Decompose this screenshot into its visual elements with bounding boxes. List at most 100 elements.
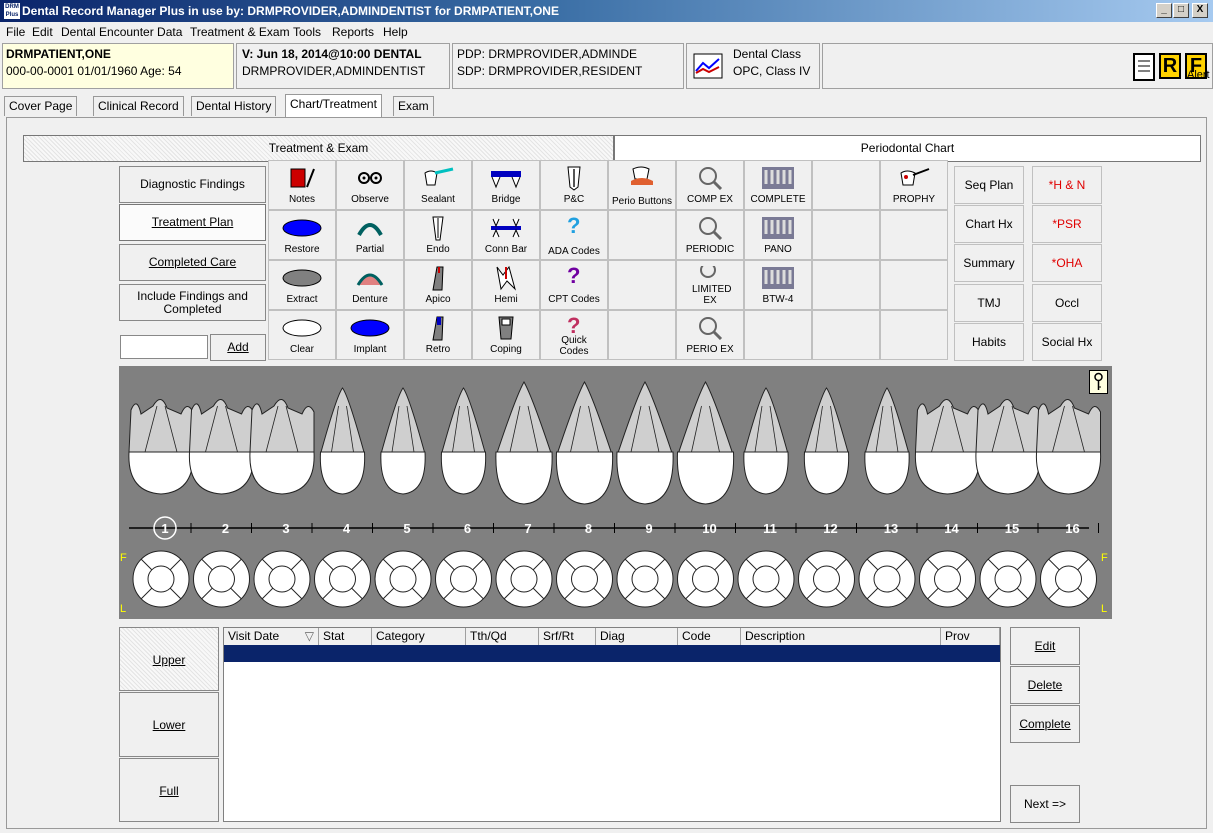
complete-button[interactable]: Complete [1010,705,1080,743]
edit-button[interactable]: Edit [1010,627,1080,665]
column-description[interactable]: Description [741,628,941,645]
column-category[interactable]: Category [372,628,466,645]
treatment-list[interactable]: Visit Date ▽ Stat Category Tth/Qd Srf/Rt … [223,627,1001,822]
column-prov[interactable]: Prov [941,628,1000,645]
treatment-plan-button[interactable]: Treatment Plan [119,204,266,241]
perio-icon [631,166,653,185]
selected-row[interactable] [224,645,1000,662]
tooth-add-input[interactable] [120,335,208,359]
prophy-tool[interactable]: PROPHY [880,160,948,210]
pc-tool[interactable]: P&C [540,160,608,210]
endo-tool[interactable]: Endo [404,210,472,260]
dental-class-info[interactable]: Dental Class OPC, Class IV [686,43,820,89]
delete-button[interactable]: Delete [1010,666,1080,704]
habits-button[interactable]: Habits [954,323,1024,361]
visit-info[interactable]: V: Jun 18, 2014@10:00 DENTAL DRMPROVIDER… [236,43,450,89]
tooth-number-1: 1 [161,521,168,536]
tab-clinical-record[interactable]: Clinical Record [93,96,184,116]
upper-arch-button[interactable]: Upper [119,627,219,691]
minimize-button[interactable]: _ [1156,3,1172,18]
xray-icon [762,217,794,239]
tooth-chart[interactable]: 1 2 3 4 5 6 7 8 9 10 11 12 13 14 15 16 F F L L [119,366,1112,619]
perio-ex-tool[interactable]: PERIO EX [676,310,744,360]
limited-ex-tool[interactable]: LIMITED EX [676,260,744,310]
quick-codes-tool[interactable]: ? Quick Codes [540,310,608,360]
coping-tool[interactable]: Coping [472,310,540,360]
restore-tool[interactable]: Restore [268,210,336,260]
provider-info[interactable]: PDP: DRMPROVIDER,ADMINDE SDP: DRMPROVIDE… [452,43,684,89]
full-arch-button[interactable]: Full [119,758,219,822]
tooth-root-5 [380,387,426,455]
complete-xray-tool[interactable]: COMPLETE [744,160,812,210]
column-visit-date[interactable]: Visit Date ▽ [224,628,319,645]
comp-ex-tool[interactable]: COMP EX [676,160,744,210]
close-button[interactable]: X [1192,3,1208,18]
menu-reports[interactable]: Reports [332,25,374,39]
maximize-button[interactable]: □ [1173,3,1189,18]
menu-help[interactable]: Help [383,25,408,39]
notes-tool[interactable]: Notes [268,160,336,210]
clear-tool[interactable]: Clear [268,310,336,360]
observe-tool[interactable]: Observe [336,160,404,210]
extract-icon [282,269,322,287]
psr-button[interactable]: *PSR [1032,205,1102,243]
column-stat[interactable]: Stat [319,628,372,645]
implant-tool[interactable]: Implant [336,310,404,360]
diagnostic-findings-button[interactable]: Diagnostic Findings [119,166,266,203]
denture-tool[interactable]: Denture [336,260,404,310]
menu-edit[interactable]: Edit [32,25,53,39]
extract-tool[interactable]: Extract [268,260,336,310]
subtab-treatment-exam[interactable]: Treatment & Exam [23,135,614,162]
column-srf-rt[interactable]: Srf/Rt [539,628,596,645]
oha-button[interactable]: *OHA [1032,244,1102,282]
tmj-button[interactable]: TMJ [954,284,1024,322]
apico-tool[interactable]: Apico [404,260,472,310]
visit-date: V: Jun 18, 2014@10:00 DENTAL [242,47,422,61]
btw4-tool[interactable]: BTW-4 [744,260,812,310]
partial-tool[interactable]: Partial [336,210,404,260]
tooth-crown-11 [743,451,789,495]
tab-dental-history[interactable]: Dental History [191,96,277,116]
lower-arch-button[interactable]: Lower [119,692,219,757]
hemi-tool[interactable]: Hemi [472,260,540,310]
column-diag[interactable]: Diag [596,628,678,645]
tab-exam[interactable]: Exam [393,96,434,116]
tooth-number-2: 2 [222,521,229,536]
patient-info[interactable]: DRMPATIENT,ONE 000-00-0001 01/01/1960 Ag… [2,43,234,89]
r-badge[interactable]: R [1159,53,1181,79]
conn-bar-tool[interactable]: Conn Bar [472,210,540,260]
menu-tools[interactable]: Tools [293,25,321,39]
facial-label-left: F [120,552,127,564]
tool-grid: Notes Observe Sealant Bridge P&C Perio B… [268,160,954,362]
apico-icon [432,266,444,291]
menu-treatment-exam[interactable]: Treatment & Exam [190,25,290,39]
tab-chart-treatment[interactable]: Chart/Treatment [285,94,382,117]
conn-bar-icon [491,218,521,238]
retro-tool[interactable]: Retro [404,310,472,360]
notes-document-icon[interactable] [1133,53,1155,81]
hn-button[interactable]: *H & N [1032,166,1102,204]
summary-button[interactable]: Summary [954,244,1024,282]
next-button[interactable]: Next => [1010,785,1080,823]
periodic-tool[interactable]: PERIODIC [676,210,744,260]
add-button[interactable]: Add [210,334,266,361]
bridge-tool[interactable]: Bridge [472,160,540,210]
menu-file[interactable]: File [6,25,25,39]
completed-care-button[interactable]: Completed Care [119,244,266,281]
pano-tool[interactable]: PANO [744,210,812,260]
cpt-codes-tool[interactable]: ? CPT Codes [540,260,608,310]
alert-label[interactable]: Alert [1187,69,1210,81]
subtab-periodontal-chart[interactable]: Periodontal Chart [614,135,1201,162]
sealant-tool[interactable]: Sealant [404,160,472,210]
tab-cover-page[interactable]: Cover Page [4,96,78,116]
perio-buttons-tool[interactable]: Perio Buttons [608,160,676,210]
menu-dental-encounter-data[interactable]: Dental Encounter Data [61,25,182,39]
column-tth-qd[interactable]: Tth/Qd [466,628,539,645]
column-code[interactable]: Code [678,628,741,645]
chart-hx-button[interactable]: Chart Hx [954,205,1024,243]
ada-codes-tool[interactable]: ? ADA Codes [540,210,608,260]
social-hx-button[interactable]: Social Hx [1032,323,1102,361]
include-findings-button[interactable]: Include Findings and Completed [119,284,266,321]
seq-plan-button[interactable]: Seq Plan [954,166,1024,204]
occl-button[interactable]: Occl [1032,284,1102,322]
